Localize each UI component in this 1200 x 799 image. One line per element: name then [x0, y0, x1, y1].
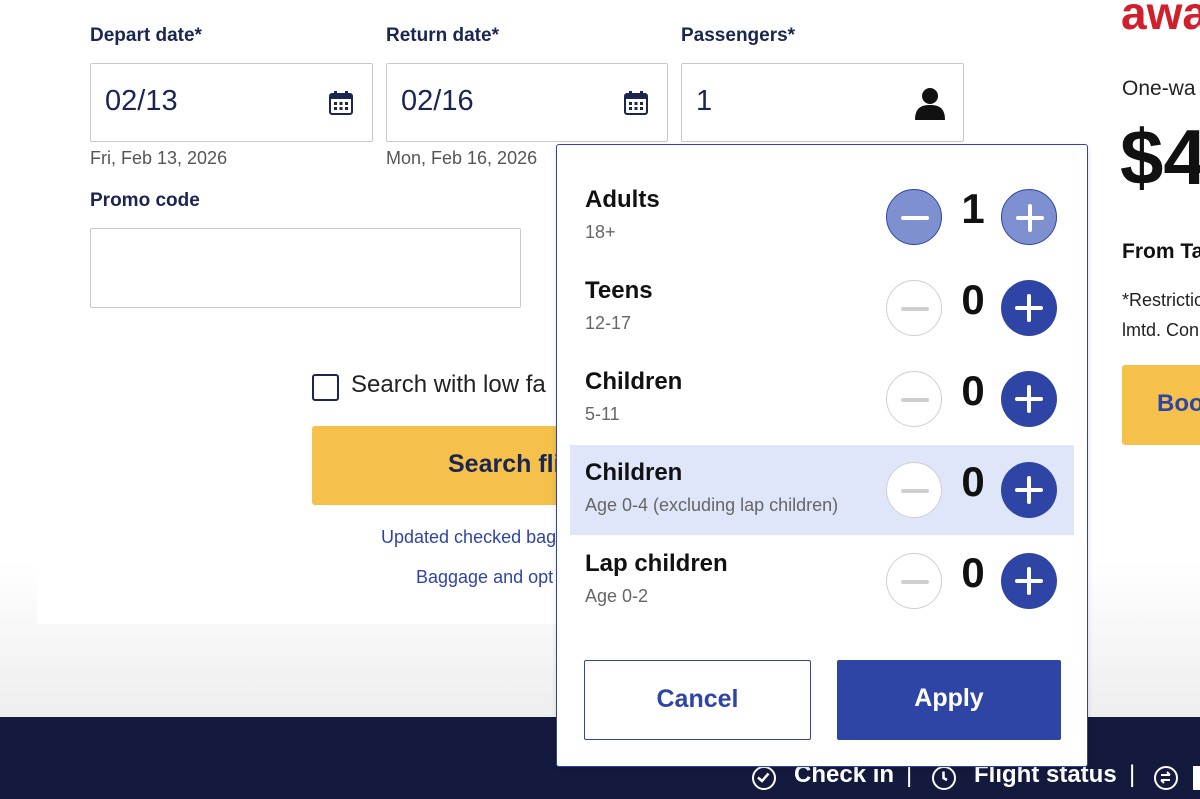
from-label: From Ta	[1122, 240, 1200, 263]
teens-count: 0	[961, 276, 985, 323]
passenger-row-children: Children 5-11 0	[570, 354, 1074, 444]
children-increment-button[interactable]	[1001, 371, 1057, 427]
young-children-count: 0	[961, 458, 985, 505]
passenger-age-label: Age 0-2	[585, 586, 649, 606]
change-flight-icon[interactable]	[1154, 766, 1178, 790]
footer-separator: |	[1129, 761, 1136, 788]
restriction-text-2: lmtd. Con	[1122, 320, 1200, 340]
one-way-label: One-wa	[1122, 77, 1196, 100]
children-count: 0	[961, 367, 985, 414]
passenger-type-label: Teens	[585, 277, 653, 304]
adults-decrement-button[interactable]	[886, 189, 942, 245]
passenger-type-label: Children	[585, 368, 683, 395]
passenger-age-label: 18+	[585, 222, 616, 242]
passenger-selector-popup: Adults 18+ 1 Teens 12-17 0 Children 5-11…	[556, 144, 1088, 767]
passenger-age-label: 5-11	[585, 404, 620, 424]
minus-icon	[901, 580, 929, 584]
search-flights-button[interactable]: Search fli	[312, 426, 572, 505]
adults-count: 1	[961, 185, 985, 232]
return-date-label: Return date*	[386, 25, 499, 46]
depart-date-value: 02/13	[105, 85, 178, 117]
passenger-row-adults: Adults 18+ 1	[570, 172, 1074, 262]
passenger-type-label: Adults	[585, 186, 660, 213]
depart-date-description: Fri, Feb 13, 2026	[90, 148, 228, 168]
passenger-row-teens: Teens 12-17 0	[570, 263, 1074, 353]
teens-decrement-button[interactable]	[886, 280, 942, 336]
checked-bag-link[interactable]: Updated checked bag	[381, 527, 556, 548]
minus-icon	[901, 307, 929, 311]
passenger-age-label: 12-17	[585, 313, 632, 333]
passengers-label: Passengers*	[681, 25, 796, 46]
promo-code-label: Promo code	[90, 190, 200, 211]
depart-date-field[interactable]: 02/13	[90, 63, 373, 142]
return-date-value: 02/16	[401, 85, 474, 117]
cancel-button[interactable]: Cancel	[584, 660, 811, 740]
return-date-description: Mon, Feb 16, 2026	[386, 148, 538, 168]
restriction-text-1: *Restrictio	[1122, 290, 1200, 310]
minus-icon	[901, 398, 929, 402]
young-children-increment-button[interactable]	[1001, 462, 1057, 518]
price-value: $4	[1120, 113, 1200, 201]
passengers-field[interactable]: 1	[681, 63, 964, 142]
minus-icon	[901, 489, 929, 493]
passengers-value: 1	[696, 85, 713, 117]
book-button[interactable]: Boo	[1122, 365, 1200, 445]
cancel-button-label: Cancel	[656, 685, 739, 713]
low-fare-checkbox[interactable]	[312, 374, 339, 401]
return-date-field[interactable]: 02/16	[386, 63, 668, 142]
apply-button[interactable]: Apply	[837, 660, 1061, 740]
book-button-label: Boo	[1157, 390, 1200, 417]
calendar-icon[interactable]	[329, 91, 353, 115]
young-children-decrement-button[interactable]	[886, 462, 942, 518]
passenger-age-label: Age 0-4 (excluding lap children)	[585, 495, 839, 515]
low-fare-label: Search with low fa	[351, 371, 546, 398]
teens-increment-button[interactable]	[1001, 280, 1057, 336]
children-decrement-button[interactable]	[886, 371, 942, 427]
minus-icon	[901, 216, 929, 220]
lap-children-count: 0	[961, 549, 985, 596]
depart-date-label: Depart date*	[90, 25, 202, 46]
promo-code-input[interactable]	[90, 228, 521, 308]
promo-title: awa	[1121, 0, 1200, 39]
baggage-options-link[interactable]: Baggage and opt	[416, 567, 553, 588]
clock-icon	[932, 766, 956, 790]
passenger-type-label: Children	[585, 459, 683, 486]
search-button-label: Search fli	[448, 450, 561, 478]
person-icon	[915, 88, 945, 120]
lap-children-increment-button[interactable]	[1001, 553, 1057, 609]
lap-children-decrement-button[interactable]	[886, 553, 942, 609]
adults-increment-button[interactable]	[1001, 189, 1057, 245]
apply-button-label: Apply	[914, 684, 984, 712]
passenger-type-label: Lap children	[585, 550, 728, 577]
passenger-row-lap-children: Lap children Age 0-2 0	[570, 536, 1074, 626]
calendar-icon[interactable]	[624, 91, 648, 115]
passenger-row-young-children: Children Age 0-4 (excluding lap children…	[570, 445, 1074, 535]
footer-item-cutoff	[1193, 766, 1200, 790]
check-circle-icon	[752, 766, 776, 790]
